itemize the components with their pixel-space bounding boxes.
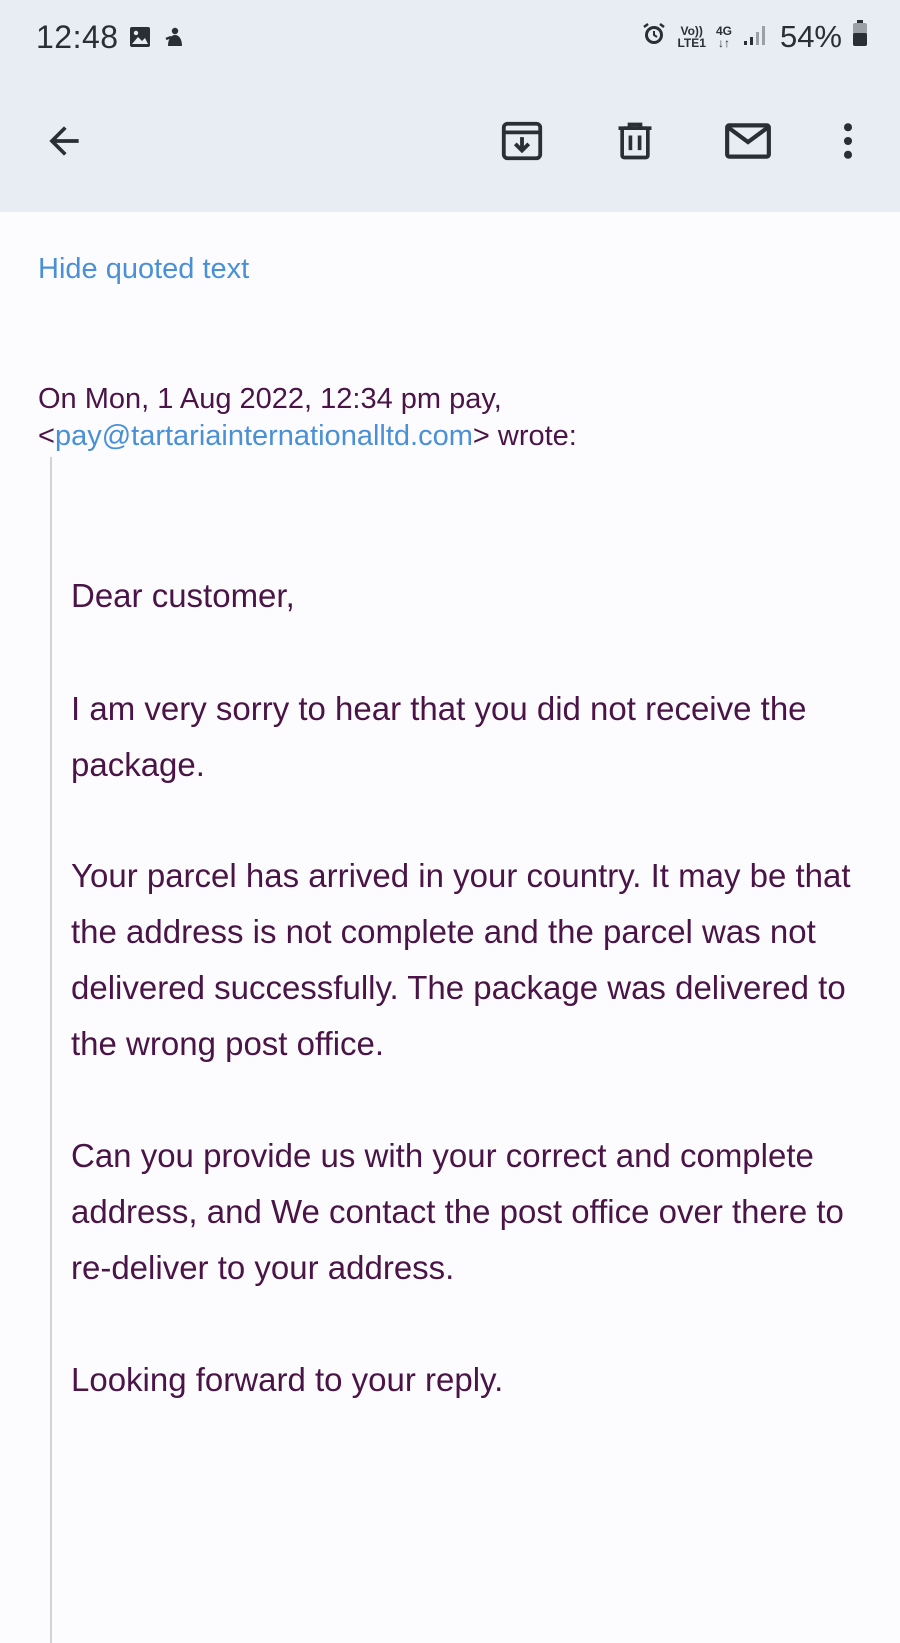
image-icon: [128, 25, 152, 54]
attribution-prefix: On Mon, 1 Aug 2022, 12:34 pm pay,: [38, 383, 502, 415]
archive-button[interactable]: [492, 111, 552, 171]
attribution-sender-line: <pay@tartariainternationalltd.com> wrote…: [38, 420, 577, 452]
volte-line2: LTE1: [677, 36, 706, 50]
more-options-button[interactable]: [818, 111, 878, 171]
more-options-icon: [843, 123, 853, 159]
alarm-icon: [641, 19, 667, 55]
mark-unread-icon: [725, 123, 771, 159]
signal-icon: [742, 19, 770, 55]
message-paragraph: Can you provide us with your correct and…: [71, 1137, 844, 1286]
status-bar: 12:48 Vo)) LTE1 4G ↓↑ 54%: [0, 0, 900, 78]
hide-quoted-text-link[interactable]: Hide quoted text: [38, 253, 249, 286]
attribution-suffix: wrote:: [497, 420, 577, 452]
status-right-icons: Vo)) LTE1 4G ↓↑ 54%: [641, 19, 868, 55]
quote-bar: [50, 457, 52, 1643]
back-button[interactable]: [34, 111, 94, 171]
volte-icon: Vo)) LTE1: [677, 25, 705, 49]
app-notification-icon: [162, 25, 186, 54]
4g-icon: 4G ↓↑: [716, 25, 732, 49]
data-arrows: ↓↑: [717, 36, 730, 50]
mark-unread-button[interactable]: [718, 111, 778, 171]
archive-icon: [501, 121, 543, 161]
battery-percent: 54%: [779, 19, 842, 54]
message-greeting: Dear customer,: [71, 577, 295, 614]
message-toolbar: [0, 78, 900, 212]
message-closing: Looking forward to your reply.: [71, 1361, 504, 1398]
delete-button[interactable]: [605, 111, 665, 171]
status-time: 12:48: [36, 19, 119, 55]
message-paragraph: Your parcel has arrived in your country.…: [71, 857, 851, 1062]
status-left-icons: [128, 25, 186, 54]
back-arrow-icon: [49, 126, 79, 156]
delete-icon: [618, 122, 652, 160]
message-paragraph: I am very sorry to hear that you did not…: [71, 690, 807, 783]
quote-attribution: On Mon, 1 Aug 2022, 12:34 pm pay, <pay@t…: [38, 381, 577, 455]
sender-email-link[interactable]: pay@tartariainternationalltd.com: [55, 420, 473, 452]
battery-icon: [852, 19, 868, 55]
